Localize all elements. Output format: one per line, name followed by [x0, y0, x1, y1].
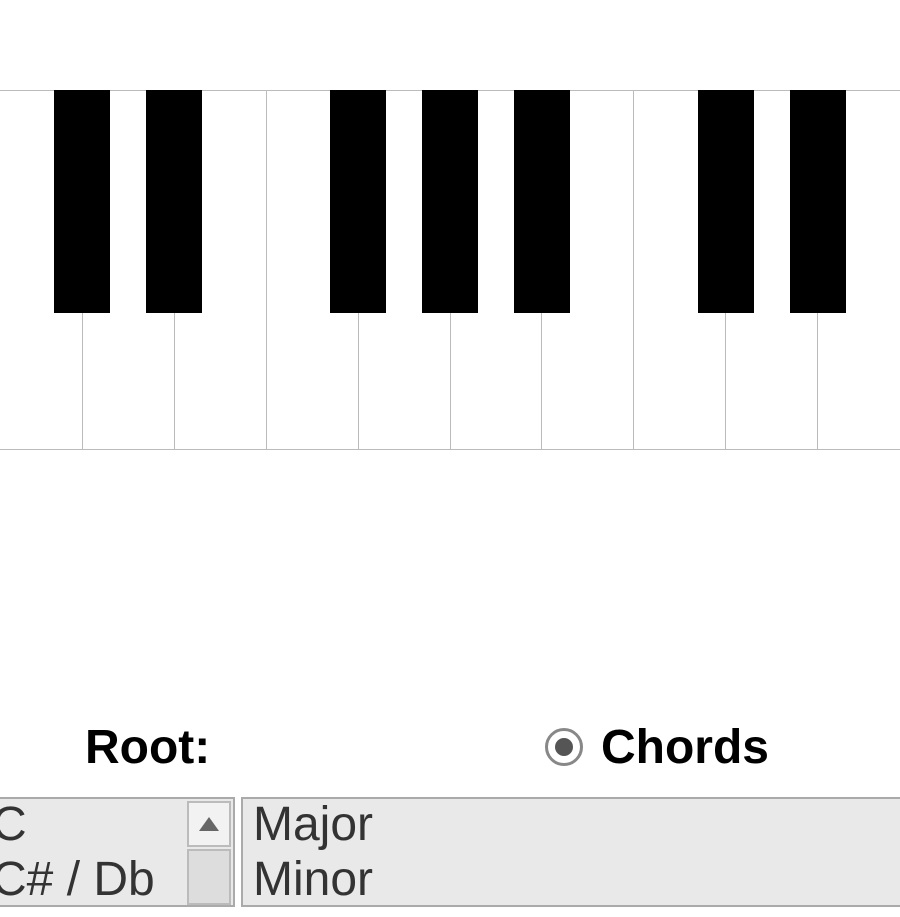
root-label: Root:	[85, 720, 545, 775]
arrow-up-icon	[199, 817, 219, 831]
selects-row: C C# / Db Major Minor	[0, 797, 900, 917]
black-key[interactable]	[698, 90, 754, 313]
radio-dot-icon	[555, 738, 573, 756]
black-key[interactable]	[330, 90, 386, 313]
mode-radio-group: Chords	[545, 720, 769, 775]
piano-keyboard	[0, 90, 900, 450]
list-item[interactable]: Minor	[243, 854, 900, 907]
scrollbar-track[interactable]	[187, 849, 231, 905]
black-key[interactable]	[146, 90, 202, 313]
black-key[interactable]	[422, 90, 478, 313]
scroll-up-button[interactable]	[187, 801, 231, 847]
black-key[interactable]	[54, 90, 110, 313]
chord-type-listbox[interactable]: Major Minor	[241, 797, 900, 907]
chords-radio-label: Chords	[601, 720, 769, 775]
controls-panel: Root: Chords C C# / Db Major Minor	[0, 707, 900, 787]
black-key[interactable]	[790, 90, 846, 313]
list-item[interactable]: Major	[243, 799, 900, 854]
controls-label-row: Root: Chords	[0, 707, 900, 787]
chord-app-window: Root: Chords C C# / Db Major Minor	[0, 0, 900, 900]
chords-radio[interactable]	[545, 728, 583, 766]
root-note-listbox[interactable]: C C# / Db	[0, 797, 235, 907]
black-key[interactable]	[514, 90, 570, 313]
